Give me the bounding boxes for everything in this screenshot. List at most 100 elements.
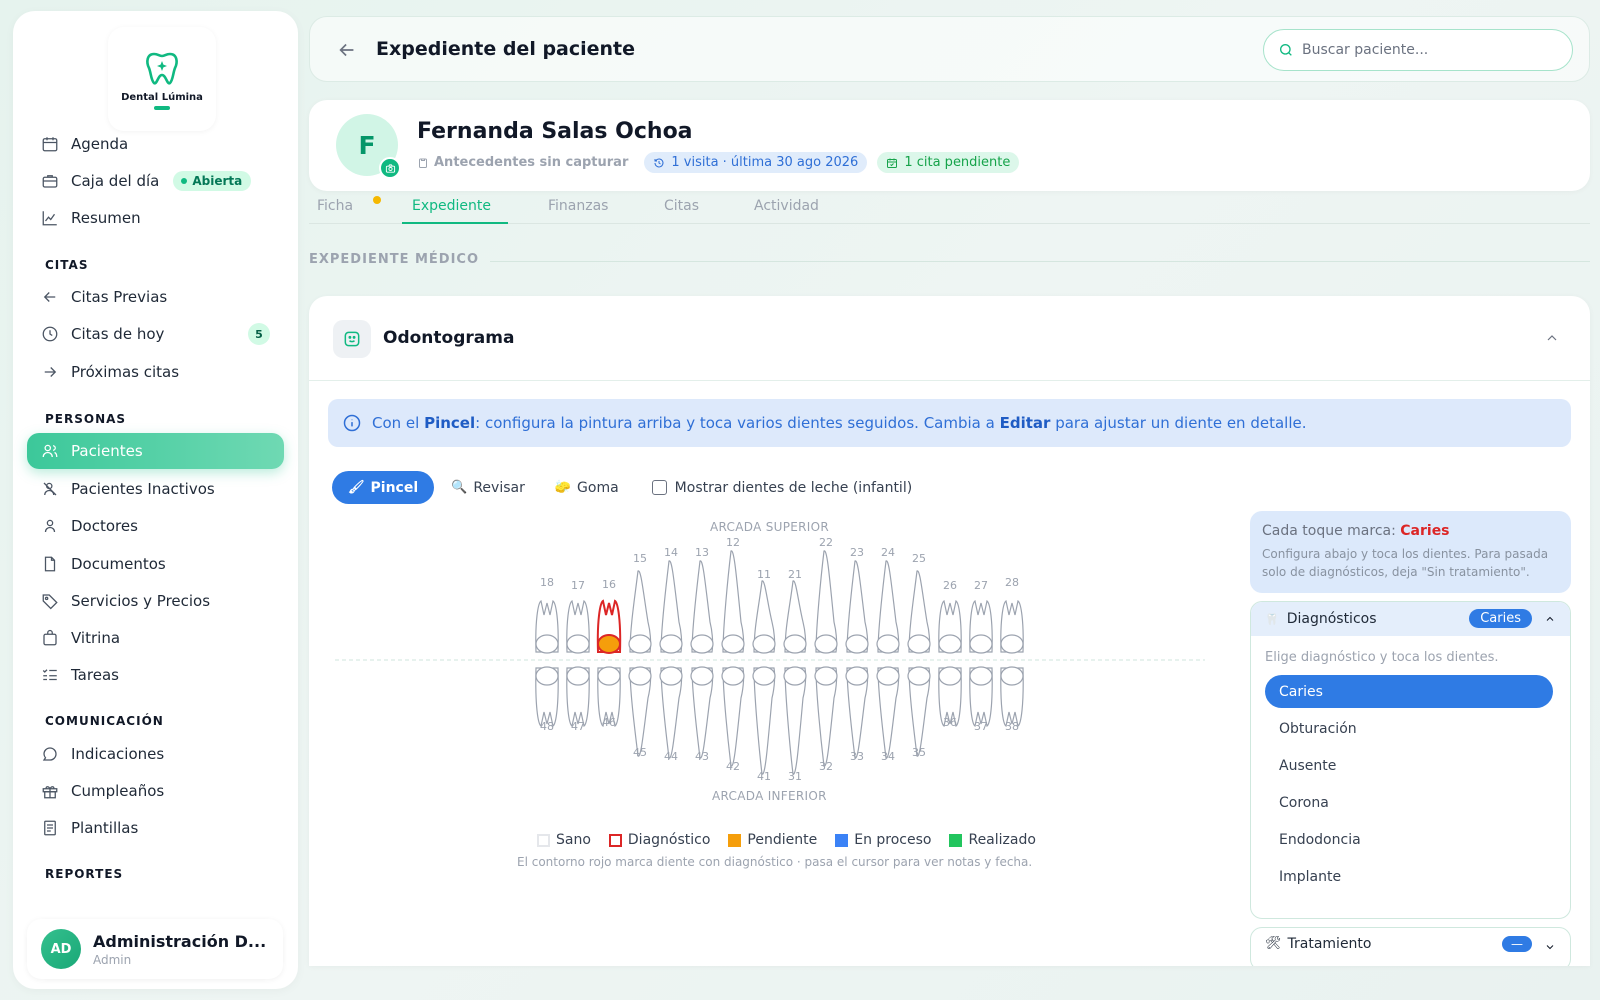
tooth-number: 37 [974,720,988,733]
tooth-crown[interactable] [566,666,590,686]
antecedentes-status[interactable]: Antecedentes sin capturar [417,155,628,170]
tooth-24 [876,560,900,654]
tab-finanzas[interactable]: Finanzas [548,198,608,214]
tab-ficha[interactable]: Ficha [317,198,353,214]
tooth-crown[interactable] [814,634,838,654]
sidebar-item-doctores[interactable]: Doctores [27,508,284,544]
sidebar-item-pacientes[interactable]: Pacientes [27,433,284,469]
tooth-crown[interactable] [783,666,807,686]
tooth-crown[interactable] [752,666,776,686]
diagnosticos-header[interactable]: 🦷 Diagnósticos Caries [1251,602,1570,636]
tooth-crown[interactable] [690,634,714,654]
section-label-citas: CITAS [45,258,89,272]
tooth-crown[interactable] [597,666,621,686]
diag-option-implante[interactable]: Implante [1265,860,1553,893]
sidebar-item-indicaciones[interactable]: Indicaciones [27,736,284,772]
sidebar-item-label: Pacientes [71,442,143,460]
tooth-crown[interactable] [721,666,745,686]
sidebar-item-agenda[interactable]: Agenda [27,126,284,162]
sidebar: Dental Lúmina Agenda Caja del día Abiert… [13,11,298,989]
tooth-crown[interactable] [628,634,652,654]
tooth-crown[interactable] [659,634,683,654]
user-x-icon [43,482,57,496]
tooth-crown[interactable] [814,666,838,686]
sidebar-item-resumen[interactable]: Resumen [27,200,284,236]
tooth-logo-icon [146,52,178,85]
tooth-crown[interactable] [597,634,621,654]
change-photo-button[interactable] [379,157,401,179]
tooth-number: 48 [540,720,554,733]
tooth-crown[interactable] [969,634,993,654]
tooth-crown[interactable] [628,666,652,686]
tooth-number: 47 [571,720,585,733]
user-card[interactable]: AD Administración D... Admin [27,919,283,979]
tooth-crown[interactable] [721,634,745,654]
sidebar-item-vitrina[interactable]: Vitrina [27,620,284,656]
tooth-crown[interactable] [752,634,776,654]
tooth-crown[interactable] [938,666,962,686]
sidebar-item-citas-previas[interactable]: Citas Previas [27,279,284,315]
sidebar-item-label: Resumen [71,209,141,227]
back-button[interactable] [336,39,358,61]
tag-icon [42,594,58,610]
tooth-crown[interactable] [969,666,993,686]
top-header: Expediente del paciente [309,16,1590,82]
sidebar-item-proximas-citas[interactable]: Próximas citas [27,354,284,390]
tooth-number: 34 [881,750,895,763]
tab-expediente[interactable]: Expediente [412,198,491,214]
tooth-43 [690,666,714,759]
diag-option-corona[interactable]: Corona [1265,786,1553,819]
tooth-37 [969,666,993,727]
sidebar-item-servicios[interactable]: Servicios y Precios [27,583,284,619]
search-input[interactable] [1302,42,1552,58]
tab-citas[interactable]: Citas [664,198,699,214]
tooth-crown[interactable] [1000,634,1024,654]
sidebar-item-tareas[interactable]: Tareas [27,657,284,693]
sidebar-item-label: Citas de hoy [71,325,165,343]
arrow-right-icon [44,367,57,377]
tooth-number: 26 [943,579,957,592]
tooth-21 [783,580,807,654]
sidebar-item-documentos[interactable]: Documentos [27,546,284,582]
diag-option-endodoncia[interactable]: Endodoncia [1265,823,1553,856]
tratamiento-panel[interactable]: 🛠 Tratamiento — [1250,927,1571,966]
tratamiento-title: Tratamiento [1287,936,1372,952]
sidebar-item-label: Doctores [71,517,138,535]
diag-option-obturacion[interactable]: Obturación [1265,712,1553,745]
tooth-crown[interactable] [783,634,807,654]
tooth-crown[interactable] [845,666,869,686]
tooth-crown[interactable] [876,666,900,686]
tooth-crown[interactable] [1000,666,1024,686]
diag-option-ausente[interactable]: Ausente [1265,749,1553,782]
tooth-16 [596,599,622,654]
message-icon [42,747,57,761]
sidebar-item-pacientes-inactivos[interactable]: Pacientes Inactivos [27,471,284,507]
sidebar-item-label: Servicios y Precios [71,592,211,610]
tooth-crown[interactable] [535,634,559,654]
tooth-number: 18 [540,576,554,589]
search-icon [1280,44,1292,56]
user-name: Administración D... [93,931,267,951]
tab-actividad[interactable]: Actividad [754,198,819,214]
tooth-crown[interactable] [845,634,869,654]
tooth-crown[interactable] [690,666,714,686]
tooth-crown[interactable] [907,634,931,654]
diag-option-caries[interactable]: Caries [1265,675,1553,708]
clinic-logo[interactable]: Dental Lúmina [108,27,216,131]
tooth-crown[interactable] [876,634,900,654]
sidebar-item-cumpleanos[interactable]: Cumpleaños [27,773,284,809]
tooth-crown[interactable] [659,666,683,686]
sidebar-item-citas-hoy[interactable]: Citas de hoy 5 [27,316,284,352]
sidebar-item-plantillas[interactable]: Plantillas [27,810,284,846]
tooth-crown[interactable] [907,666,931,686]
avatar: AD [41,929,81,969]
tooth-crown[interactable] [566,634,590,654]
sidebar-item-caja[interactable]: Caja del día Abierta [27,163,284,199]
tooth-crown[interactable] [938,634,962,654]
pending-appointment-badge[interactable]: 1 cita pendiente [877,152,1020,173]
tooth-crown[interactable] [535,666,559,686]
tooth-45 [628,666,652,757]
tooth-35 [907,666,931,757]
collapse-button[interactable] [1544,330,1560,346]
tooth-41 [752,666,776,775]
